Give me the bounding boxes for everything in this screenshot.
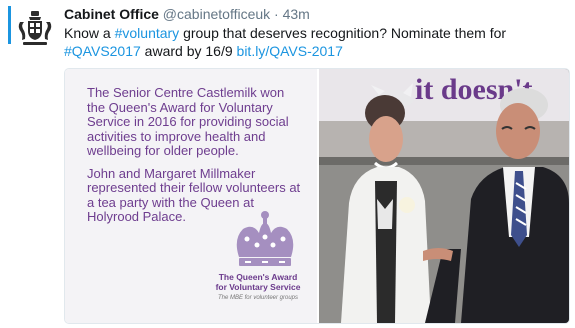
coat-of-arms-icon[interactable]	[14, 8, 56, 50]
tweet-header: Cabinet Office @cabinetofficeuk · 43m	[64, 5, 310, 23]
tweet-text: Know a #voluntary group that deserves re…	[64, 24, 564, 60]
text-part1: Know a	[64, 25, 115, 41]
author-handle[interactable]: @cabinetofficeuk	[163, 6, 270, 22]
award-name-line1: The Queen's Award	[218, 272, 298, 282]
card-paragraph-1: The Senior Centre Castlemilk won the Que…	[87, 85, 289, 158]
crown-icon	[236, 211, 294, 266]
separator: ·	[274, 6, 279, 22]
info-card: The Senior Centre Castlemilk won the Que…	[65, 69, 317, 323]
nomination-link[interactable]: bit.ly/QAVS-2017	[237, 43, 343, 59]
thread-rail	[8, 6, 11, 44]
award-subtitle: The MBE for volunteer groups	[217, 295, 299, 301]
award-name-line2: for Voluntary Service	[215, 282, 301, 292]
hashtag-voluntary[interactable]: #voluntary	[115, 25, 180, 41]
tweet-media[interactable]: The Senior Centre Castlemilk won the Que…	[64, 68, 570, 324]
text-part2: group that deserves recognition? Nominat…	[179, 25, 507, 41]
author-name[interactable]: Cabinet Office	[64, 6, 159, 22]
timestamp[interactable]: 43m	[283, 6, 310, 22]
hashtag-qavs2017[interactable]: #QAVS2017	[64, 43, 141, 59]
volunteers-photo: it doesn't	[319, 69, 569, 323]
text-part3: award by 16/9	[140, 43, 237, 59]
